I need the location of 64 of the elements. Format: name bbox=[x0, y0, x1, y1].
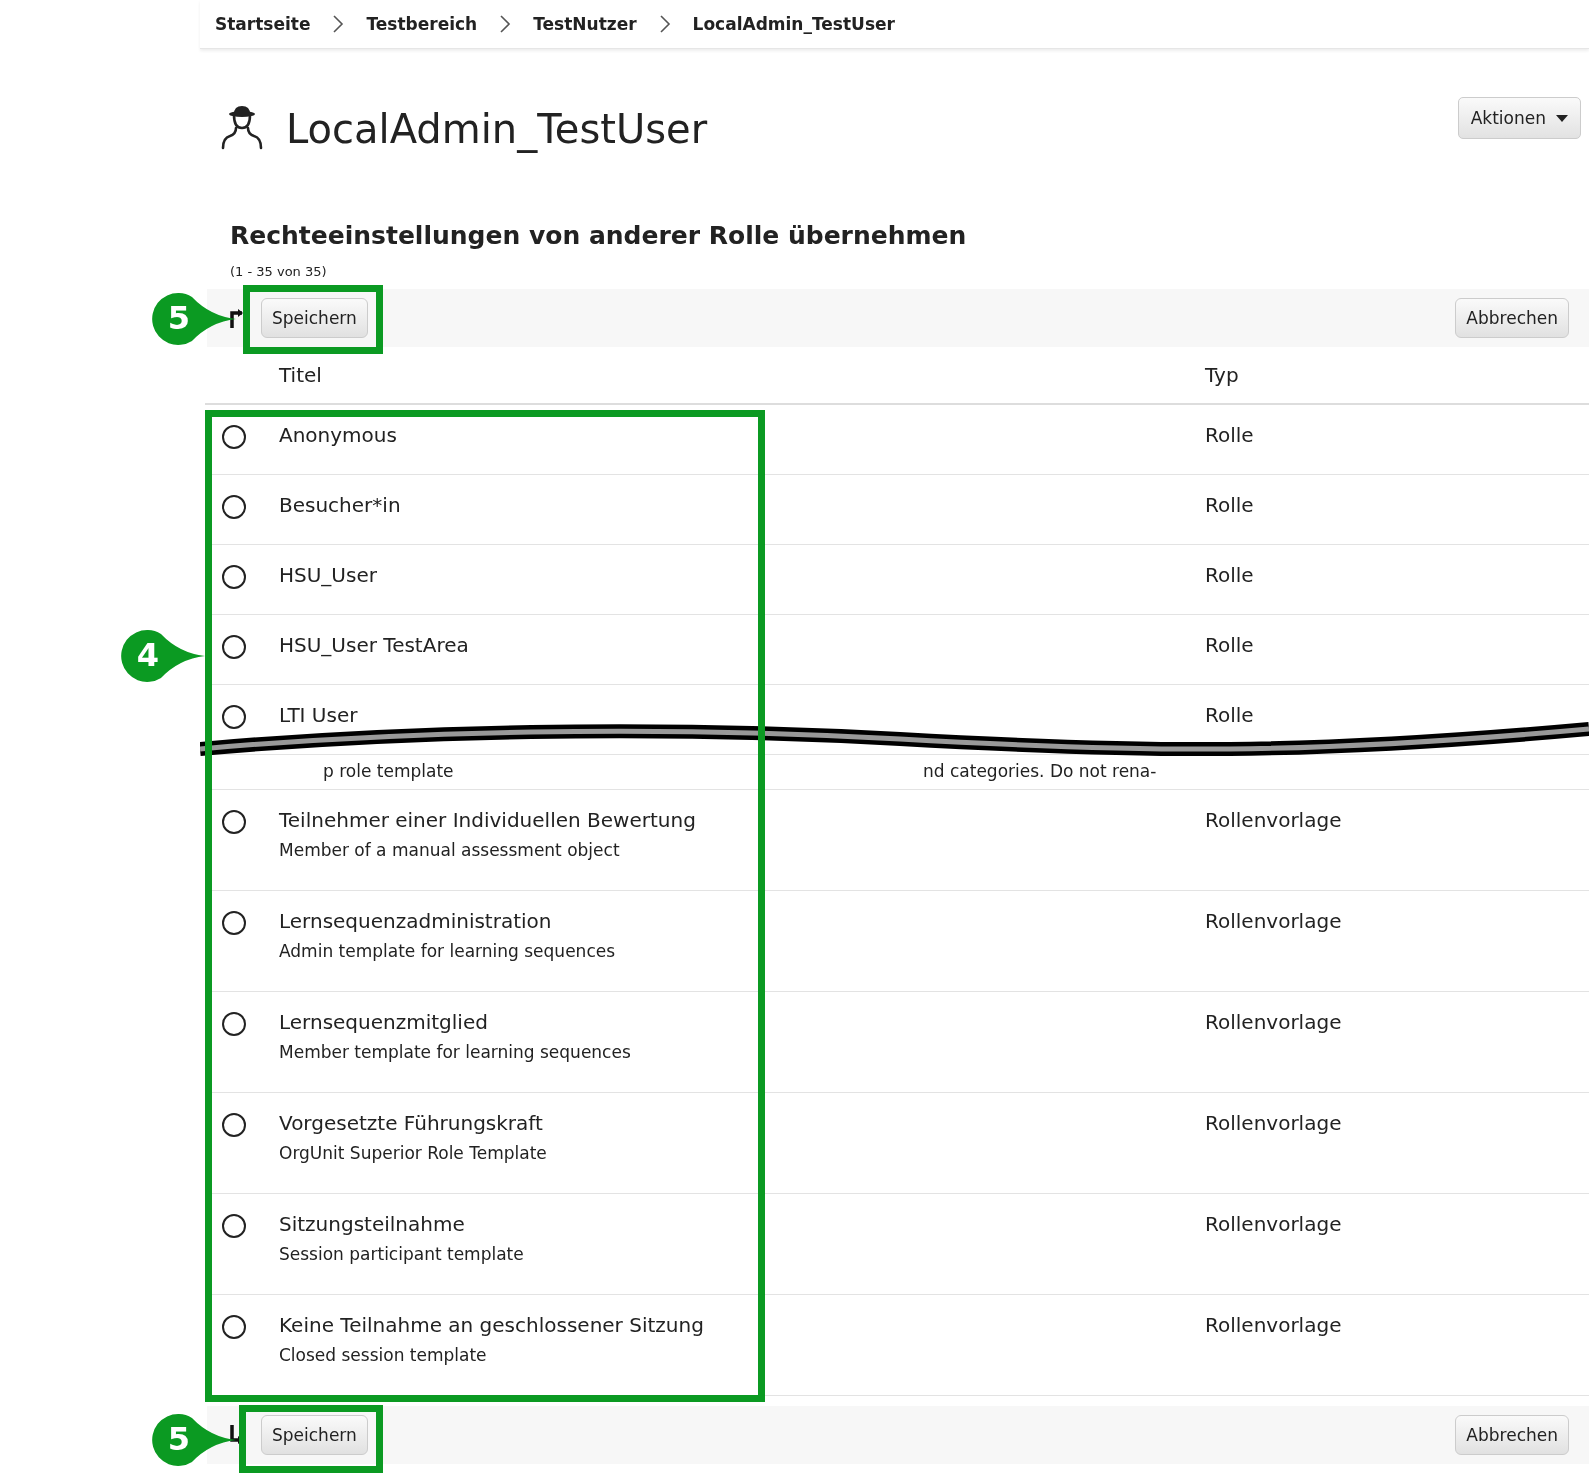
arrow-icon bbox=[229, 308, 243, 328]
cancel-button[interactable]: Abbrechen bbox=[1455, 1415, 1569, 1455]
role-title: Lernsequenzmitglied bbox=[279, 1010, 489, 1034]
chevron-icon bbox=[499, 15, 512, 33]
role-description: p role template bbox=[323, 761, 454, 781]
role-type: Rollenvorlage bbox=[1205, 909, 1342, 933]
item-count: (1 - 35 von 35) bbox=[230, 264, 328, 279]
column-header: Titel bbox=[279, 363, 323, 387]
radio-button[interactable] bbox=[222, 1113, 246, 1137]
role-description: Admin template for learning sequences bbox=[279, 941, 617, 961]
radio-button[interactable] bbox=[222, 495, 246, 519]
role-type: Rollenvorlage bbox=[1205, 808, 1342, 832]
radio-button[interactable] bbox=[222, 705, 246, 729]
radio-button[interactable] bbox=[222, 635, 246, 659]
role-title: Teilnehmer einer Individuellen Bewertung bbox=[279, 808, 697, 832]
role-title: Vorgesetzte Führungskraft bbox=[279, 1111, 544, 1135]
radio-button[interactable] bbox=[222, 1315, 246, 1339]
chevron-icon bbox=[658, 15, 671, 33]
breadcrumb-link[interactable]: TestNutzer bbox=[533, 14, 637, 34]
role-type: Rollenvorlage bbox=[1205, 1010, 1342, 1034]
radio-button[interactable] bbox=[222, 425, 246, 449]
page-title: LocalAdmin_TestUser bbox=[286, 106, 708, 152]
callout-marker: 5 bbox=[152, 1413, 236, 1467]
role-title: Lernsequenzadministration bbox=[279, 909, 553, 933]
role-title: LTI User bbox=[279, 703, 359, 727]
role-description: Closed session template bbox=[279, 1345, 488, 1365]
section-title: Rechteeinstellungen von anderer Rolle übernehmen bbox=[230, 221, 968, 250]
save-button[interactable]: Speichern bbox=[261, 1415, 368, 1455]
role-type: Rolle bbox=[1205, 493, 1254, 517]
role-title: Sitzungsteilnahme bbox=[279, 1212, 466, 1236]
callout-marker: 4 bbox=[121, 629, 205, 683]
save-button[interactable]: Speichern bbox=[261, 298, 368, 338]
role-type: Rollenvorlage bbox=[1205, 1111, 1342, 1135]
role-description: Member of a manual assessment object bbox=[279, 840, 621, 860]
cancel-button[interactable]: Abbrechen bbox=[1455, 298, 1569, 338]
radio-button[interactable] bbox=[222, 911, 246, 935]
actions-button[interactable]: Aktionen bbox=[1457, 97, 1581, 139]
radio-button[interactable] bbox=[222, 1214, 246, 1238]
caret-icon bbox=[1556, 114, 1568, 122]
radio-button[interactable] bbox=[222, 1012, 246, 1036]
radio-button[interactable] bbox=[222, 565, 246, 589]
role-title: Keine Teilnahme an geschlossener Sitzung bbox=[279, 1313, 705, 1337]
user-icon bbox=[220, 104, 264, 150]
role-type: Rolle bbox=[1205, 423, 1254, 447]
role-type: Rolle bbox=[1205, 633, 1254, 657]
radio-button[interactable] bbox=[222, 810, 246, 834]
role-title: Besucher*in bbox=[279, 493, 402, 517]
role-type: Rolle bbox=[1205, 703, 1254, 727]
role-description: Member template for learning sequences bbox=[279, 1042, 632, 1062]
role-title: HSU_User bbox=[279, 563, 378, 587]
role-type: Rolle bbox=[1205, 563, 1254, 587]
column-header: Typ bbox=[1205, 363, 1239, 387]
role-type: Rollenvorlage bbox=[1205, 1212, 1342, 1236]
breadcrumb-link[interactable]: LocalAdmin_TestUser bbox=[692, 14, 895, 34]
breadcrumb-link[interactable]: Startseite bbox=[215, 14, 311, 34]
callout-marker: 5 bbox=[152, 292, 236, 346]
breadcrumb-link[interactable]: Testbereich bbox=[366, 14, 478, 34]
role-title: HSU_User TestArea bbox=[279, 633, 470, 657]
role-description: nd categories. Do not rena- bbox=[923, 761, 1157, 781]
chevron-icon bbox=[332, 15, 345, 33]
role-title: Anonymous bbox=[279, 423, 398, 447]
role-description: OrgUnit Superior Role Template bbox=[279, 1143, 548, 1163]
role-type: Rollenvorlage bbox=[1205, 1313, 1342, 1337]
role-description: Session participant template bbox=[279, 1244, 525, 1264]
